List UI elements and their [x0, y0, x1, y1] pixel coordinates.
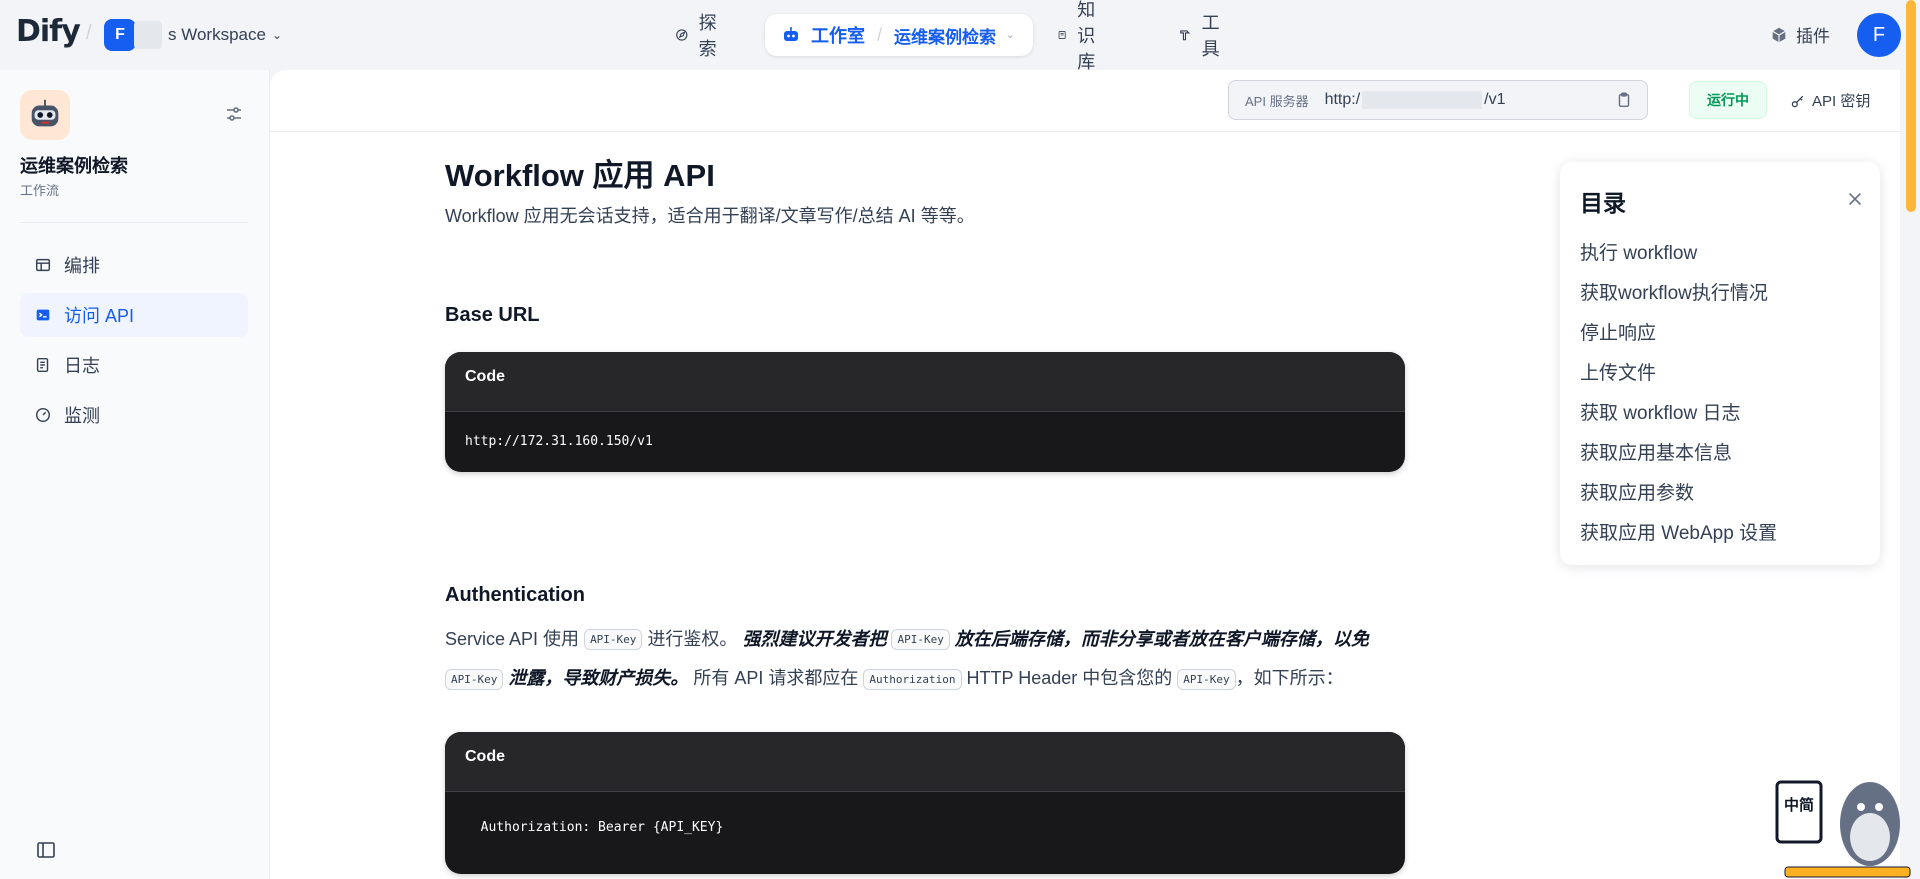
nav-explore[interactable]: 探索	[675, 13, 723, 59]
clipboard-icon[interactable]	[1615, 91, 1633, 109]
inline-code: API-Key	[1177, 668, 1236, 690]
workspace-switcher[interactable]: F s Workspace ⌄	[104, 19, 282, 51]
divider	[20, 222, 248, 223]
api-toolbar: API 服务器 http://v1 运行中 API 密钥	[270, 70, 1900, 132]
robot-icon	[784, 27, 798, 41]
nav-tools-label: 工具	[1201, 13, 1220, 59]
toc-item[interactable]: 获取 workflow 日志	[1580, 398, 1740, 425]
status-badge: 运行中	[1689, 81, 1767, 119]
nav-studio[interactable]: 工作室 / 运维案例检索 ⌄	[765, 14, 1033, 56]
toc-item[interactable]: 获取应用 WebApp 设置	[1580, 518, 1777, 545]
code-label: Code	[445, 352, 1405, 412]
dashboard-icon	[35, 407, 51, 423]
app-type: 工作流	[20, 183, 60, 198]
avatar[interactable]: F	[1857, 13, 1901, 57]
sidebar-item-label: 监测	[64, 406, 100, 426]
api-server-field[interactable]: API 服务器 http://v1	[1228, 80, 1648, 120]
hammer-icon	[1180, 30, 1191, 41]
breadcrumb-separator: /	[877, 24, 883, 45]
terminal-icon	[36, 309, 50, 321]
auth-paragraph: Service API 使用 API-Key 进行鉴权。 强烈建议开发者把 AP…	[445, 629, 1369, 690]
current-app-name[interactable]: 运维案例检索	[894, 23, 996, 48]
mascot-sticker-icon: 中简	[1775, 780, 1911, 878]
inline-code: Authorization	[863, 668, 962, 690]
toc-item[interactable]: 获取workflow执行情况	[1580, 278, 1768, 305]
base-url-code[interactable]: http://172.31.160.150/v1	[445, 412, 1405, 471]
auth-code-block: Code Authorization: Bearer {API_KEY}	[445, 732, 1405, 874]
file-list-icon	[36, 357, 49, 373]
cube-icon	[1772, 27, 1786, 42]
toc-item[interactable]: 停止响应	[1580, 318, 1656, 345]
toc-item[interactable]: 获取应用基本信息	[1580, 438, 1732, 465]
redacted-block	[134, 21, 162, 49]
auth-heading: Authentication	[445, 584, 585, 606]
workspace-badge: F	[104, 19, 136, 51]
chevron-down-icon: ⌄	[271, 28, 283, 42]
table-of-contents: 目录 执行 workflow 获取workflow执行情况 停止响应 上传文件 …	[1560, 162, 1880, 565]
sidebar-item-api[interactable]: 访问 API	[20, 293, 248, 337]
sidebar-item-orchestrate[interactable]: 编排	[20, 243, 248, 287]
mascot-text: 中简	[1784, 796, 1814, 814]
base-url-heading: Base URL	[445, 304, 540, 326]
api-server-label: API 服务器	[1245, 93, 1309, 109]
page-lead: Workflow 应用无会话支持，适合用于翻译/文章写作/总结 AI 等等。	[445, 206, 975, 226]
api-key-button[interactable]: API 密钥	[1790, 90, 1870, 111]
app-robot-icon	[20, 90, 70, 140]
key-icon	[1791, 95, 1804, 107]
logo-text: Dify	[16, 14, 81, 49]
workspace-name: s Workspace	[168, 25, 266, 44]
nav-explore-label: 探索	[698, 13, 717, 59]
scrollbar[interactable]	[1906, 0, 1916, 212]
sidebar-item-label: 日志	[64, 356, 100, 376]
plugins-button[interactable]: 插件	[1770, 22, 1830, 47]
api-server-url: http://v1	[1324, 90, 1506, 109]
sidebar-item-label: 编排	[64, 256, 100, 276]
code-label: Code	[445, 732, 1405, 792]
inline-code: API-Key	[584, 629, 643, 651]
base-url-code-block: Code http://172.31.160.150/v1	[445, 352, 1405, 472]
toc-title: 目录	[1580, 190, 1626, 216]
nav-knowledge-label: 知识库	[1077, 0, 1096, 72]
sidebar-collapse-icon[interactable]	[36, 840, 56, 860]
sliders-icon[interactable]	[224, 104, 244, 124]
redacted-block	[1362, 90, 1483, 109]
nav-tools[interactable]: 工具	[1178, 13, 1226, 59]
sidebar-item-label: 访问 API	[64, 306, 135, 326]
nav-studio-label: 工作室	[811, 26, 865, 46]
nav-knowledge[interactable]: 知识库	[1057, 0, 1105, 72]
breadcrumb-separator: /	[86, 22, 92, 44]
sidebar-item-monitor[interactable]: 监测	[20, 393, 248, 437]
dify-logo[interactable]: Dify	[16, 14, 81, 49]
app-name: 运维案例检索	[20, 156, 128, 176]
compass-icon	[676, 29, 688, 41]
close-icon[interactable]	[1846, 190, 1864, 208]
chevron-down-icon[interactable]: ⌄	[1006, 30, 1014, 41]
plugins-label: 插件	[1796, 27, 1830, 46]
toc-item[interactable]: 执行 workflow	[1580, 238, 1697, 265]
book-icon	[1058, 30, 1066, 40]
layout-icon	[35, 258, 51, 272]
toc-item[interactable]: 上传文件	[1580, 358, 1656, 385]
auth-code[interactable]: Authorization: Bearer {API_KEY}	[445, 792, 1405, 857]
inline-code: API-Key	[445, 668, 504, 690]
app-sidebar: 运维案例检索 工作流 编排 访问 API 日志 监测	[0, 70, 270, 879]
sidebar-item-logs[interactable]: 日志	[20, 343, 248, 387]
inline-code: API-Key	[891, 629, 950, 651]
page-title: Workflow 应用 API	[445, 158, 715, 193]
top-navigation: Dify / F s Workspace ⌄ 探索 工作室 / 运维案例检索 ⌄…	[0, 0, 1920, 72]
toc-item[interactable]: 获取应用参数	[1580, 478, 1694, 505]
api-key-label: API 密钥	[1812, 93, 1871, 110]
